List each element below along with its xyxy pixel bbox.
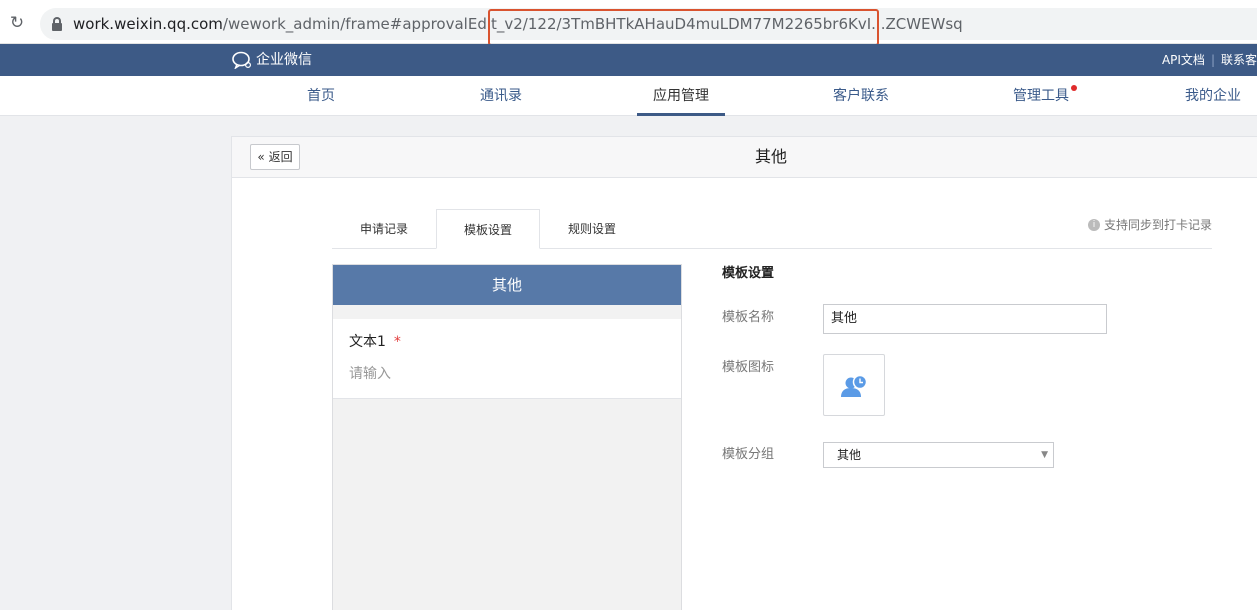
preview-header: 其他 xyxy=(333,265,681,305)
template-group-select[interactable]: 其他 ▼ xyxy=(823,442,1054,468)
required-mark: * xyxy=(393,334,401,350)
template-settings-form: 模板设置 模板名称 其他 模板图标 模板分组 其他 ▼ xyxy=(722,264,1222,504)
api-docs-link[interactable]: API文档 xyxy=(1162,53,1205,67)
tab-template-settings[interactable]: 模板设置 xyxy=(436,209,540,249)
template-group-label: 模板分组 xyxy=(722,447,775,462)
app-header: 企业微信 API文档 | 联系客 xyxy=(0,44,1257,76)
nav-item-app-management[interactable]: 应用管理 xyxy=(637,76,725,116)
card-header: « 返回 其他 xyxy=(232,137,1257,178)
nav-item-home[interactable]: 首页 xyxy=(291,76,351,116)
nav-item-contacts[interactable]: 通讯录 xyxy=(466,76,536,116)
settings-section-title: 模板设置 xyxy=(722,266,775,281)
preview-field-text1[interactable]: 文本1 * 请输入 xyxy=(333,319,681,399)
dropdown-caret-icon: ▼ xyxy=(1041,450,1048,460)
tab-application-records[interactable]: 申请记录 xyxy=(332,209,436,249)
tab-rule-settings[interactable]: 规则设置 xyxy=(540,209,644,249)
person-clock-icon xyxy=(841,374,868,397)
contact-link[interactable]: 联系客 xyxy=(1221,53,1257,67)
sync-note-text: 支持同步到打卡记录 xyxy=(1103,218,1212,232)
template-name-label: 模板名称 xyxy=(722,310,775,325)
main-nav: 首页 通讯录 应用管理 客户联系 管理工具 我的企业 xyxy=(0,76,1257,116)
template-icon-label: 模板图标 xyxy=(722,360,775,375)
brand-logo[interactable]: 企业微信 xyxy=(232,50,312,70)
page-title: 其他 xyxy=(754,147,787,166)
content-card: « 返回 其他 申请记录 模板设置 规则设置 i 支持同步到打卡记录 其他 文本… xyxy=(231,136,1257,610)
annotation-highlight-box xyxy=(488,9,879,46)
header-links: API文档 | 联系客 xyxy=(1161,53,1257,67)
field-label-text: 文本1 xyxy=(349,334,386,350)
url-host: work.weixin.qq.com xyxy=(73,15,223,33)
field-placeholder: 请输入 xyxy=(349,366,391,382)
nav-item-management-tools[interactable]: 管理工具 xyxy=(1002,76,1080,116)
brand-name: 企业微信 xyxy=(256,52,312,68)
tab-bar: 申请记录 模板设置 规则设置 i 支持同步到打卡记录 xyxy=(332,209,1212,249)
wecom-logo-icon xyxy=(232,51,252,69)
reload-icon[interactable]: ↻ xyxy=(8,14,26,32)
nav-item-my-company[interactable]: 我的企业 xyxy=(1185,76,1257,116)
info-icon: i xyxy=(1087,219,1100,231)
sync-note: i 支持同步到打卡记录 xyxy=(1087,217,1212,233)
field-label: 文本1 * xyxy=(349,333,401,351)
notification-dot xyxy=(1071,85,1077,91)
nav-item-customer-contact[interactable]: 客户联系 xyxy=(822,76,900,116)
form-preview-panel: 其他 文本1 * 请输入 xyxy=(332,264,682,610)
lock-icon[interactable] xyxy=(52,17,62,31)
template-icon-picker[interactable] xyxy=(823,354,885,416)
browser-toolbar: ↻ work.weixin.qq.com/wework_admin/frame#… xyxy=(0,0,1257,46)
template-name-input[interactable]: 其他 xyxy=(823,304,1107,334)
group-select-value: 其他 xyxy=(837,448,862,462)
